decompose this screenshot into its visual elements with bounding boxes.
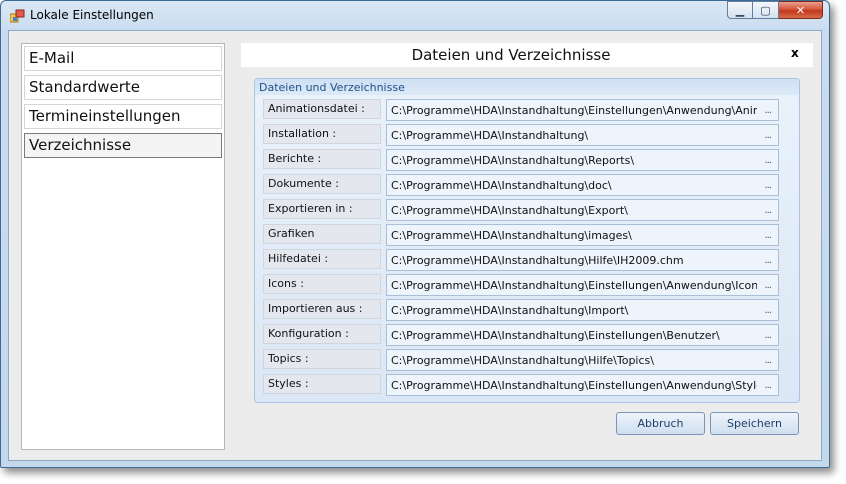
sidebar-item-verzeichnisse[interactable]: Verzeichnisse — [24, 133, 222, 158]
save-button[interactable]: Speichern — [710, 412, 799, 435]
path-field[interactable]: C:\Programme\HDA\Instandhaltung\Import\ … — [386, 299, 779, 321]
window-controls: ▁ ▢ ✕ — [727, 1, 823, 20]
panel-close-icon[interactable]: x — [791, 46, 799, 60]
sidebar-item-label: E-Mail — [29, 49, 75, 67]
sidebar-item-label: Verzeichnisse — [29, 136, 132, 154]
app-icon — [10, 9, 25, 23]
path-label: Topics : — [263, 349, 381, 369]
browse-button[interactable]: ... — [764, 355, 771, 366]
path-value: C:\Programme\HDA\Instandhaltung\Einstell… — [391, 379, 757, 392]
path-label: Dokumente : — [263, 174, 381, 194]
browse-button[interactable]: ... — [764, 380, 771, 391]
path-field[interactable]: C:\Programme\HDA\Instandhaltung\Hilfe\To… — [386, 349, 779, 371]
path-field[interactable]: C:\Programme\HDA\Instandhaltung\Reports\… — [386, 149, 779, 171]
path-label: Hilfedatei : — [263, 249, 381, 269]
maximize-icon: ▢ — [760, 3, 771, 17]
path-row-installation: Installation : C:\Programme\HDA\Instandh… — [263, 124, 789, 146]
browse-button[interactable]: ... — [764, 205, 771, 216]
sidebar-item-label: Termineinstellungen — [29, 107, 181, 125]
path-row-importieren: Importieren aus : C:\Programme\HDA\Insta… — [263, 299, 789, 321]
path-label: Animationsdatei : — [263, 99, 381, 119]
panel-header: Dateien und Verzeichnisse x — [241, 43, 813, 67]
path-label: Icons : — [263, 274, 381, 294]
settings-window: Lokale Einstellungen ▁ ▢ ✕ E-Mail Standa… — [0, 0, 830, 468]
path-row-animationsdatei: Animationsdatei : C:\Programme\HDA\Insta… — [263, 99, 789, 121]
path-value: C:\Programme\HDA\Instandhaltung\Einstell… — [391, 329, 720, 342]
browse-button[interactable]: ... — [764, 130, 771, 141]
path-value: C:\Programme\HDA\Instandhaltung\Hilfe\IH… — [391, 254, 684, 267]
browse-button[interactable]: ... — [764, 255, 771, 266]
path-label: Berichte : — [263, 149, 381, 169]
path-field[interactable]: C:\Programme\HDA\Instandhaltung\Einstell… — [386, 374, 779, 396]
path-row-icons: Icons : C:\Programme\HDA\Instandhaltung\… — [263, 274, 789, 296]
path-value: C:\Programme\HDA\Instandhaltung\Hilfe\To… — [391, 354, 654, 367]
groupbox-header: Dateien und Verzeichnisse — [255, 79, 799, 95]
settings-sidebar: E-Mail Standardwerte Termineinstellungen… — [21, 43, 225, 450]
browse-button[interactable]: ... — [764, 105, 771, 116]
path-value: C:\Programme\HDA\Instandhaltung\Reports\ — [391, 154, 635, 167]
path-row-grafiken: Grafiken C:\Programme\HDA\Instandhaltung… — [263, 224, 789, 246]
path-row-styles: Styles : C:\Programme\HDA\Instandhaltung… — [263, 374, 789, 396]
sidebar-item-email[interactable]: E-Mail — [24, 46, 222, 71]
close-button[interactable]: ✕ — [779, 1, 823, 19]
path-value: C:\Programme\HDA\Instandhaltung\Einstell… — [391, 104, 757, 117]
path-label: Importieren aus : — [263, 299, 381, 319]
path-field[interactable]: C:\Programme\HDA\Instandhaltung\doc\ ... — [386, 174, 779, 196]
path-value: C:\Programme\HDA\Instandhaltung\Einstell… — [391, 279, 757, 292]
path-label: Konfiguration : — [263, 324, 381, 344]
cancel-button[interactable]: Abbruch — [616, 412, 705, 435]
path-row-hilfedatei: Hilfedatei : C:\Programme\HDA\Instandhal… — [263, 249, 789, 271]
path-label: Installation : — [263, 124, 381, 144]
minimize-button[interactable]: ▁ — [727, 1, 753, 19]
path-row-konfiguration: Konfiguration : C:\Programme\HDA\Instand… — [263, 324, 789, 346]
path-row-topics: Topics : C:\Programme\HDA\Instandhaltung… — [263, 349, 789, 371]
path-field[interactable]: C:\Programme\HDA\Instandhaltung\Export\ … — [386, 199, 779, 221]
path-field[interactable]: C:\Programme\HDA\Instandhaltung\Hilfe\IH… — [386, 249, 779, 271]
directories-groupbox: Dateien und Verzeichnisse Animationsdate… — [254, 78, 800, 403]
path-label: Styles : — [263, 374, 381, 394]
path-value: C:\Programme\HDA\Instandhaltung\Export\ — [391, 204, 628, 217]
close-icon: ✕ — [795, 3, 806, 17]
sidebar-item-standardwerte[interactable]: Standardwerte — [24, 75, 222, 100]
minimize-icon: ▁ — [735, 3, 745, 17]
path-field[interactable]: C:\Programme\HDA\Instandhaltung\Einstell… — [386, 274, 779, 296]
path-value: C:\Programme\HDA\Instandhaltung\doc\ — [391, 179, 612, 192]
path-value: C:\Programme\HDA\Instandhaltung\ — [391, 129, 589, 142]
path-row-dokumente: Dokumente : C:\Programme\HDA\Instandhalt… — [263, 174, 789, 196]
browse-button[interactable]: ... — [764, 330, 771, 341]
browse-button[interactable]: ... — [764, 180, 771, 191]
panel-title: Dateien und Verzeichnisse — [411, 46, 611, 64]
path-field[interactable]: C:\Programme\HDA\Instandhaltung\Einstell… — [386, 99, 779, 121]
path-row-berichte: Berichte : C:\Programme\HDA\Instandhaltu… — [263, 149, 789, 171]
sidebar-item-termineinstellungen[interactable]: Termineinstellungen — [24, 104, 222, 129]
path-value: C:\Programme\HDA\Instandhaltung\images\ — [391, 229, 632, 242]
path-field[interactable]: C:\Programme\HDA\Instandhaltung\ ... — [386, 124, 779, 146]
path-row-exportieren: Exportieren in : C:\Programme\HDA\Instan… — [263, 199, 789, 221]
browse-button[interactable]: ... — [764, 280, 771, 291]
path-field[interactable]: C:\Programme\HDA\Instandhaltung\Einstell… — [386, 324, 779, 346]
browse-button[interactable]: ... — [764, 305, 771, 316]
path-label: Grafiken — [263, 224, 381, 244]
browse-button[interactable]: ... — [764, 230, 771, 241]
title-bar[interactable]: Lokale Einstellungen ▁ ▢ ✕ — [1, 1, 829, 31]
path-field[interactable]: C:\Programme\HDA\Instandhaltung\images\ … — [386, 224, 779, 246]
sidebar-item-label: Standardwerte — [29, 78, 141, 96]
browse-button[interactable]: ... — [764, 155, 771, 166]
window-title: Lokale Einstellungen — [30, 8, 154, 22]
client-area: E-Mail Standardwerte Termineinstellungen… — [8, 30, 822, 461]
maximize-button[interactable]: ▢ — [753, 1, 779, 19]
path-label: Exportieren in : — [263, 199, 381, 219]
path-value: C:\Programme\HDA\Instandhaltung\Import\ — [391, 304, 629, 317]
groupbox-title: Dateien und Verzeichnisse — [259, 81, 405, 94]
